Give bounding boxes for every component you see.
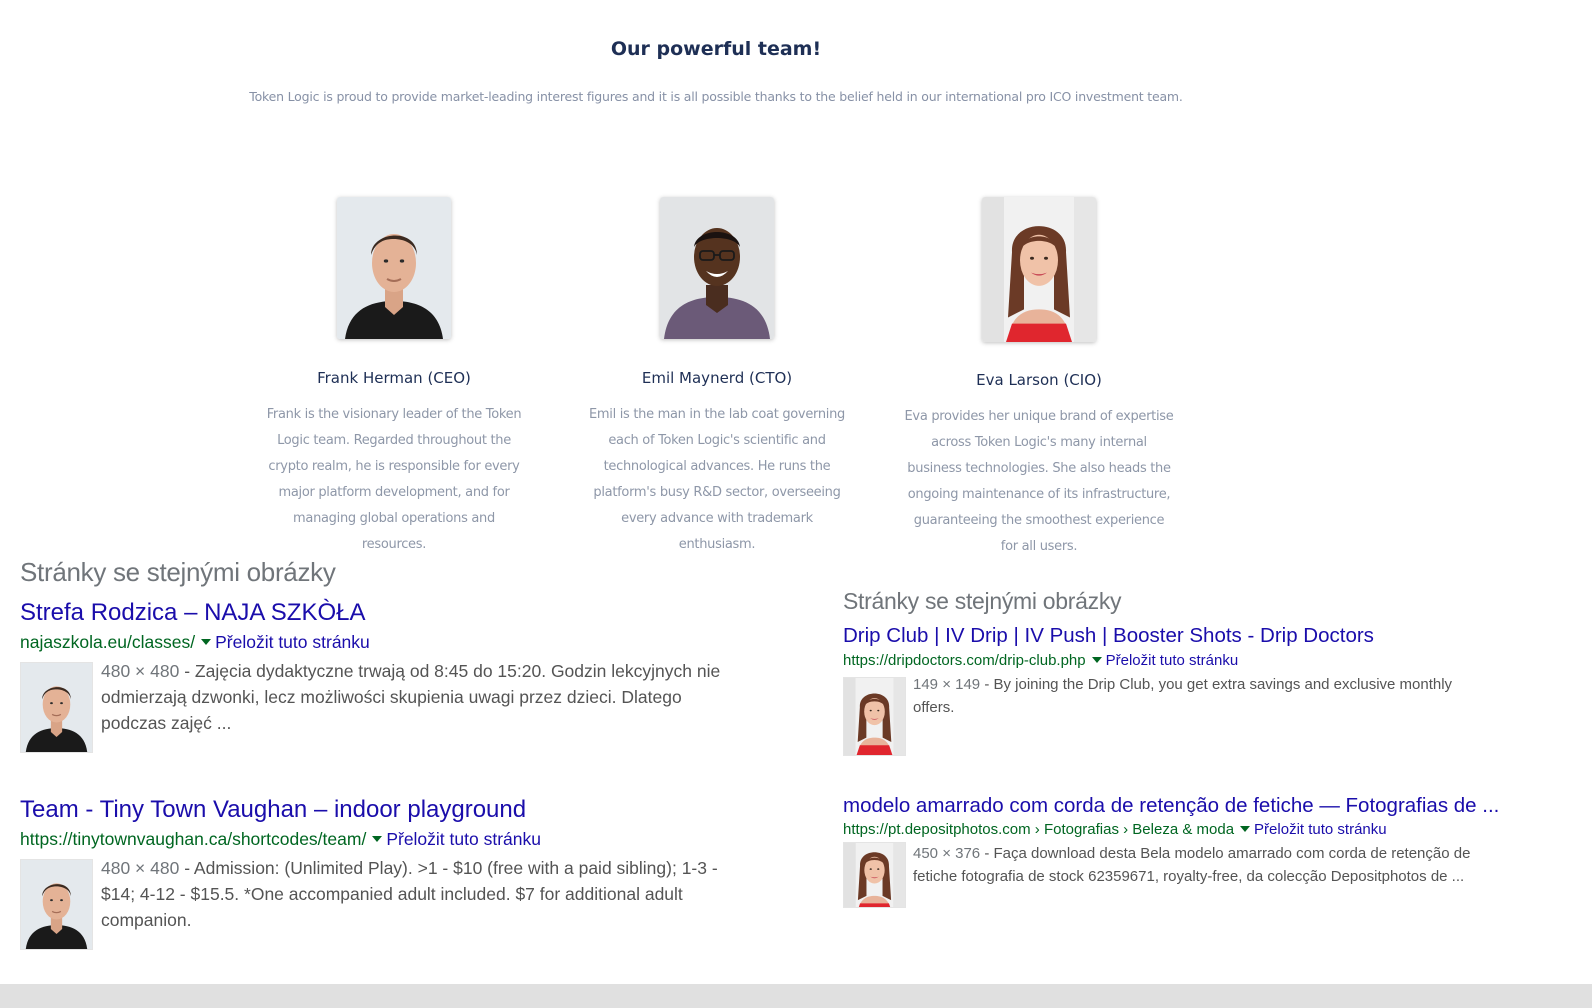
result-title-link[interactable]: modelo amarrado com corda de retenção de… (843, 794, 1499, 818)
member-description: Eva provides her unique brand of experti… (904, 409, 1174, 554)
result-title-link[interactable]: Team - Tiny Town Vaughan – indoor playgr… (20, 796, 740, 824)
member-name: Emil Maynerd (CTO) (641, 369, 793, 387)
member-name: Frank Herman (CEO) (317, 369, 471, 387)
snippet-text: - By joining the Drip Club, you get extr… (913, 676, 1453, 716)
result-thumbnail[interactable] (20, 662, 93, 753)
result-title-link[interactable]: Strefa Rodzica – NAJA SZKÒŁA (20, 599, 740, 627)
team-member-card: Eva Larson (CIO) Eva provides her unique… (904, 197, 1174, 560)
result-url: https://pt.depositphotos.com › Fotografi… (843, 821, 1235, 838)
translate-link[interactable]: Přeložit tuto stránku (215, 632, 370, 652)
result-url: https://tinytownvaughan.ca/shortcodes/te… (20, 829, 367, 849)
image-dimensions: 480 × 480 (101, 661, 180, 681)
result-body: 450 × 376 - Faça download desta Bela mod… (843, 842, 1483, 912)
result-title-link[interactable]: Drip Club | IV Drip | IV Push | Booster … (843, 624, 1483, 648)
result-body: 480 × 480 - Admission: (Unlimited Play).… (20, 855, 740, 950)
dropdown-arrow-icon[interactable] (1091, 657, 1102, 664)
result-url-line: najaszkola.eu/classes/Přeložit tuto strá… (20, 632, 740, 653)
result-thumbnail[interactable] (843, 677, 906, 756)
translate-link[interactable]: Přeložit tuto stránku (386, 829, 541, 849)
member-photo (660, 197, 774, 339)
result-thumbnail[interactable] (20, 859, 93, 950)
bottom-bar (0, 984, 1592, 1008)
search-result: Strefa Rodzica – NAJA SZKÒŁA najaszkola.… (20, 599, 740, 753)
result-url-line: https://dripdoctors.com/drip-club.php Pře… (843, 652, 1483, 669)
result-snippet: 149 × 149 - By joining the Drip Club, yo… (913, 673, 1483, 719)
result-body: 480 × 480 - Zajęcia dydaktyczne trwają o… (20, 658, 740, 753)
result-url: https://dripdoctors.com/drip-club.php (843, 652, 1086, 669)
image-dimensions: 450 × 376 (913, 845, 981, 862)
result-snippet: 480 × 480 - Admission: (Unlimited Play).… (101, 855, 740, 933)
team-title: Our powerful team! (610, 38, 822, 60)
team-member-card: Frank Herman (CEO) Frank is the visionar… (259, 197, 529, 558)
search-result: Drip Club | IV Drip | IV Push | Booster … (843, 624, 1483, 756)
member-photo (337, 197, 451, 339)
result-body: 149 × 149 - By joining the Drip Club, yo… (843, 673, 1483, 756)
team-subtitle: Token Logic is proud to provide market-l… (249, 89, 1183, 104)
member-description: Emil is the man in the lab coat governin… (589, 407, 845, 552)
similar-pages-heading: Stránky se stejnými obrázky (20, 557, 336, 587)
member-name: Eva Larson (CIO) (976, 371, 1102, 389)
snippet-text: - Faça download desta Bela modelo amarra… (913, 845, 1471, 885)
snippet-text: - Zajęcia dydaktyczne trwają od 8:45 do … (101, 661, 721, 733)
search-result: modelo amarrado com corda de retenção de… (843, 794, 1499, 912)
result-snippet: 450 × 376 - Faça download desta Bela mod… (913, 842, 1483, 888)
dropdown-arrow-icon[interactable] (372, 836, 383, 843)
member-photo (982, 197, 1096, 342)
result-thumbnail[interactable] (843, 842, 906, 908)
similar-pages-heading: Stránky se stejnými obrázky (843, 588, 1122, 614)
translate-link[interactable]: Přeložit tuto stránku (1106, 652, 1239, 669)
team-member-card: Emil Maynerd (CTO) Emil is the man in th… (582, 197, 852, 558)
result-url: najaszkola.eu/classes/ (20, 632, 196, 652)
image-dimensions: 149 × 149 (913, 676, 981, 693)
translate-link[interactable]: Přeložit tuto stránku (1254, 821, 1387, 838)
dropdown-arrow-icon[interactable] (1240, 826, 1251, 833)
image-dimensions: 480 × 480 (101, 858, 180, 878)
search-result: Team - Tiny Town Vaughan – indoor playgr… (20, 796, 740, 950)
result-snippet: 480 × 480 - Zajęcia dydaktyczne trwają o… (101, 658, 740, 736)
result-url-line: https://tinytownvaughan.ca/shortcodes/te… (20, 829, 740, 850)
snippet-text: - Admission: (Unlimited Play). >1 - $10 … (101, 858, 718, 930)
member-description: Frank is the visionary leader of the Tok… (266, 407, 522, 552)
dropdown-arrow-icon[interactable] (201, 639, 212, 646)
result-url-line: https://pt.depositphotos.com › Fotografi… (843, 821, 1483, 838)
